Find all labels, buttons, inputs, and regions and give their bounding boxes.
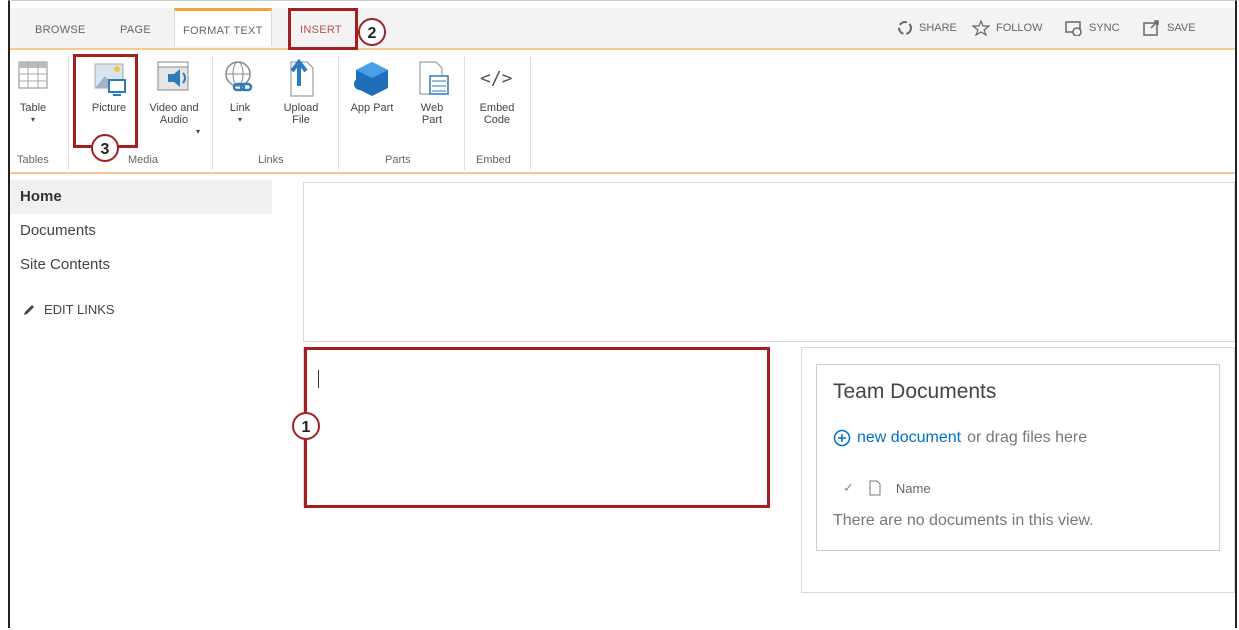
- embed-code-icon: </>: [477, 58, 517, 98]
- annotation-badge-3: 3: [91, 134, 119, 162]
- group-label-tables: Tables: [17, 154, 49, 166]
- drag-files-text: or drag files here: [967, 429, 1088, 446]
- link-icon: [222, 58, 258, 98]
- nav-item-site-contents[interactable]: Site Contents: [10, 248, 272, 282]
- follow-label: FOLLOW: [996, 22, 1043, 34]
- ribbon-bottom-border: [10, 172, 1235, 174]
- annotation-badge-2: 2: [358, 18, 386, 46]
- web-part-button[interactable]: Web Part: [410, 58, 454, 126]
- add-circle-icon[interactable]: [833, 429, 851, 447]
- table-icon: [16, 58, 50, 98]
- share-label: SHARE: [919, 22, 957, 34]
- sync-label: SYNC: [1089, 22, 1120, 34]
- save-label: SAVE: [1167, 22, 1196, 34]
- share-icon: [898, 21, 912, 35]
- empty-view-message: There are no documents in this view.: [833, 512, 1094, 529]
- web-part-zone-top[interactable]: [303, 182, 1235, 342]
- sync-button[interactable]: SYNC: [1065, 20, 1120, 36]
- web-part-icon: [412, 58, 452, 98]
- group-separator: [464, 56, 465, 170]
- team-documents-title[interactable]: Team Documents: [833, 380, 996, 404]
- video-audio-icon: [154, 58, 194, 98]
- group-separator: [68, 56, 69, 170]
- group-label-embed: Embed: [476, 154, 511, 166]
- ribbon: Table ▾ Picture Video and Audio ▾ Link ▾…: [10, 50, 1235, 174]
- sync-icon: [1065, 21, 1082, 36]
- group-separator: [212, 56, 213, 170]
- app-part-icon: [352, 58, 392, 98]
- ribbon-tab-bar: BROWSE PAGE FORMAT TEXT INSERT SHARE FOL…: [10, 8, 1235, 48]
- annotation-badge-1: 1: [292, 412, 320, 440]
- tab-format-text[interactable]: FORMAT TEXT: [174, 8, 272, 46]
- embed-code-button[interactable]: </> Embed Code: [472, 58, 522, 126]
- embed-code-label: Embed Code: [479, 102, 515, 126]
- annotation-box-insert-tab: [288, 8, 358, 50]
- nav-item-documents[interactable]: Documents: [10, 214, 272, 248]
- annotation-box-editor: [304, 347, 770, 508]
- upload-file-label: Upload File: [283, 102, 319, 126]
- video-audio-button[interactable]: Video and Audio ▾: [146, 58, 202, 136]
- save-icon: [1143, 20, 1159, 36]
- group-label-links: Links: [258, 154, 284, 166]
- upload-file-button[interactable]: Upload File: [276, 58, 326, 126]
- tab-page[interactable]: PAGE: [120, 8, 151, 48]
- web-part-label: Web Part: [420, 102, 444, 126]
- svg-text:</>: </>: [480, 68, 513, 89]
- group-label-parts: Parts: [385, 154, 411, 166]
- table-label: Table: [19, 102, 47, 114]
- link-dropdown-icon: ▾: [237, 115, 242, 124]
- table-dropdown-icon: ▾: [30, 115, 35, 124]
- table-button[interactable]: Table ▾: [16, 58, 50, 126]
- group-label-media: Media: [128, 154, 158, 166]
- new-document-row: new document or drag files here: [833, 429, 1087, 447]
- link-button[interactable]: Link ▾: [222, 58, 258, 126]
- edit-links-label: EDIT LINKS: [44, 302, 115, 317]
- group-separator: [338, 56, 339, 170]
- follow-button[interactable]: FOLLOW: [972, 20, 1042, 36]
- share-button[interactable]: SHARE: [897, 20, 957, 36]
- nav-item-home[interactable]: Home: [10, 180, 272, 214]
- pencil-icon: [24, 304, 34, 315]
- document-icon: [869, 480, 881, 496]
- documents-column-header: ✓ Name: [843, 480, 931, 496]
- video-audio-dropdown-icon: ▾: [195, 127, 200, 136]
- app-part-button[interactable]: App Part: [350, 58, 394, 114]
- group-separator: [530, 56, 531, 170]
- check-icon[interactable]: ✓: [843, 480, 854, 496]
- quick-launch-nav: Home Documents Site Contents EDIT LINKS: [10, 180, 272, 317]
- new-document-link[interactable]: new document: [857, 429, 961, 447]
- video-audio-label: Video and Audio: [149, 102, 199, 126]
- upload-file-icon: [281, 58, 321, 98]
- column-name-header[interactable]: Name: [896, 481, 931, 496]
- edit-links-button[interactable]: EDIT LINKS: [10, 302, 272, 317]
- tab-browse[interactable]: BROWSE: [35, 8, 86, 48]
- save-button[interactable]: SAVE: [1143, 20, 1196, 36]
- link-label: Link: [229, 102, 251, 114]
- app-part-label: App Part: [350, 102, 394, 114]
- star-icon: [972, 20, 990, 36]
